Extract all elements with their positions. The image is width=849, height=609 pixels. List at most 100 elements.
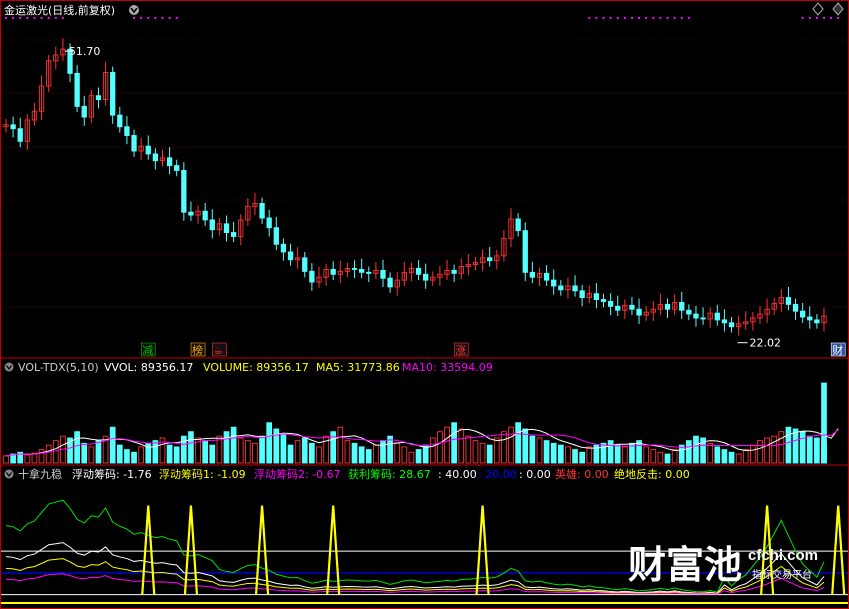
volume-bar [131, 451, 137, 464]
candle-body [188, 211, 194, 216]
volume-bar [657, 451, 664, 464]
price-marker-text: 财 [832, 343, 843, 357]
volume-bar [266, 422, 273, 464]
signal-dot [638, 17, 641, 19]
volume-bar [501, 431, 507, 464]
price-candles [3, 38, 827, 344]
volume-bar [600, 442, 607, 464]
signal-dot [680, 17, 683, 19]
candle-body [17, 128, 23, 142]
volume-bar [721, 449, 728, 464]
volume-bar [693, 435, 699, 464]
volume-bar [429, 437, 436, 464]
volume-bar [252, 442, 258, 464]
volume-bar [287, 444, 294, 464]
top-right-diamond-icon-b[interactable] [832, 2, 844, 16]
volume-bar [88, 446, 95, 464]
signal-dot [830, 17, 833, 19]
signal-dot [645, 17, 648, 19]
signal-dot [140, 17, 143, 19]
volume-bar [237, 437, 244, 464]
volume-bar [792, 428, 799, 464]
signal-dot [54, 17, 57, 19]
volume-bar [223, 431, 230, 464]
volume-bar [550, 442, 557, 464]
volume-bar [380, 440, 386, 464]
price-marker-text: 榜 [192, 343, 203, 357]
settings-icon[interactable] [129, 5, 139, 15]
volume-bar [365, 449, 372, 464]
volume-bar [821, 382, 827, 464]
price-markers: 减 榜 ☕ 涨 财 [140, 342, 846, 357]
signal-dot [19, 17, 22, 19]
volume-header: VOL-TDX(5,10) VVOL: 89356.17 VOLUME: 893… [4, 361, 493, 374]
volume-bar [579, 451, 586, 464]
candle-body [117, 114, 123, 128]
volume-bar [358, 446, 365, 464]
volume-bar [607, 440, 614, 464]
candle-body [415, 268, 422, 275]
counter-attack-value: 绝地反击: 0.00 [614, 467, 690, 481]
volume-bar [152, 440, 159, 464]
volume-bar [294, 440, 301, 464]
signal-dot [630, 17, 633, 19]
signal-dots-row [5, 17, 840, 19]
ma10-value: MA10: 33594.09 [402, 361, 493, 374]
volume-bar [451, 422, 457, 464]
volume-bar [444, 426, 450, 464]
watermark-brand: 财富池 [628, 543, 742, 587]
candle-body [721, 319, 728, 324]
candle-body [287, 251, 294, 261]
candle-body [451, 269, 457, 274]
signal-dot [133, 17, 136, 19]
volume-bar [750, 444, 756, 464]
volume-header-circle-icon [4, 362, 14, 372]
candle-body [273, 227, 279, 245]
candle-body [266, 217, 272, 229]
forty-value: : 40.00 [438, 468, 477, 481]
candle-body [558, 285, 564, 291]
signal-dot [5, 17, 7, 19]
candle-body [529, 271, 536, 278]
volume-bar [479, 442, 486, 464]
volume-bar [138, 446, 144, 464]
volume-bar [771, 435, 778, 464]
chart-title: 金运激光(日线,前复权) [4, 3, 115, 17]
volume-bar [415, 449, 422, 464]
volume-bar [536, 437, 543, 464]
volume-bar [259, 435, 265, 464]
candle-body [330, 268, 336, 275]
signal-dot [26, 17, 29, 19]
signal-dot [823, 17, 825, 19]
candle-body [714, 312, 720, 321]
volume-bar [735, 453, 742, 464]
volume-bar [714, 446, 721, 464]
volume-bar [52, 440, 59, 464]
signal-dot [602, 17, 605, 19]
volume-bar [95, 440, 102, 464]
volume-indicator-name: VOL-TDX(5,10) [18, 361, 99, 374]
candle-body [95, 95, 102, 101]
candle-body [487, 257, 493, 262]
candle-body [607, 301, 614, 307]
watermark: 财富池 cfchi.com 指标交易平台 [628, 543, 818, 587]
volume-bar [309, 442, 315, 464]
signal-dot [12, 17, 15, 19]
top-right-diamond-icon-a[interactable] [812, 2, 824, 16]
price-marker-text: 减 [142, 344, 153, 357]
candle-body [10, 124, 16, 130]
volume-bar [728, 451, 735, 464]
candle-body [423, 273, 429, 281]
candle-body [636, 308, 642, 316]
candle-body [230, 232, 237, 237]
signal-dot [673, 17, 676, 19]
volume-bar [344, 440, 351, 464]
watermark-site: cfchi.com [748, 547, 818, 564]
volume-bar [543, 440, 550, 464]
candle-body [629, 304, 635, 310]
counter-attack-spike [475, 505, 490, 595]
signal-dot [659, 17, 662, 19]
volume-bar [565, 446, 571, 464]
candle-body [309, 270, 315, 283]
volume-bar [529, 435, 536, 464]
